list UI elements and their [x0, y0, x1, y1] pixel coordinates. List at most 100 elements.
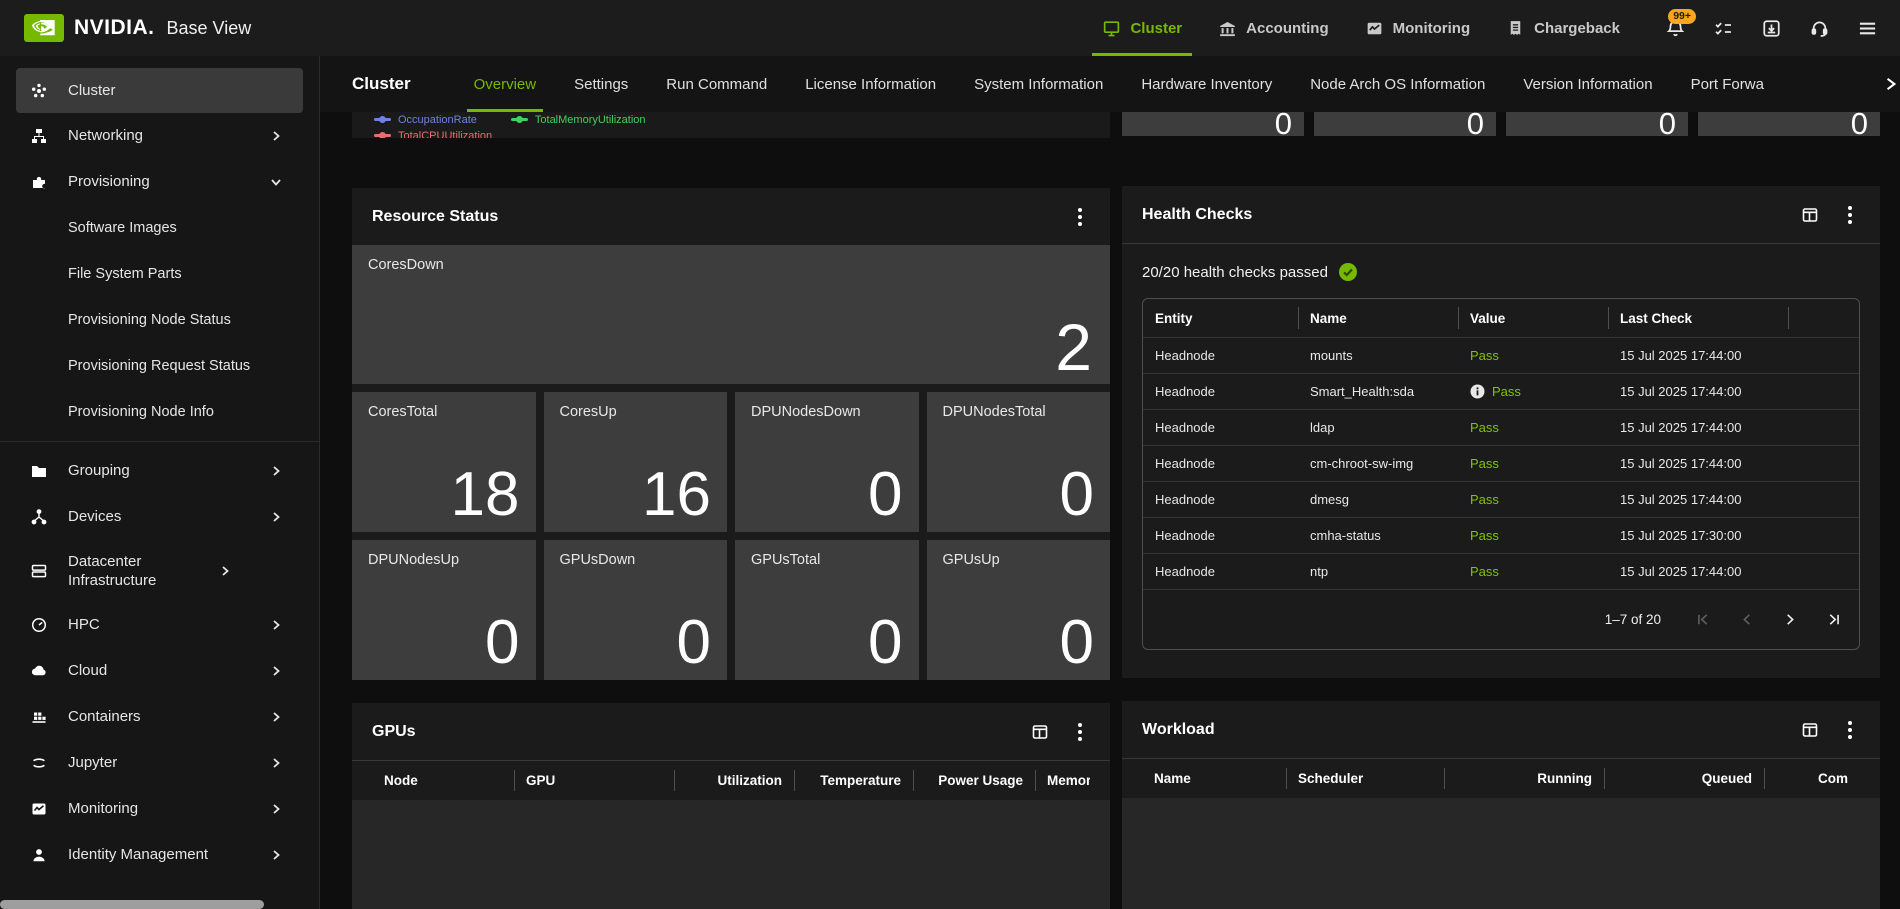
- table-row[interactable]: Headnode dmesg Pass 15 Jul 2025 17:44:00: [1143, 481, 1859, 517]
- sidebar-item-grouping[interactable]: Grouping: [0, 448, 319, 494]
- legend-label: TotalMemoryUtilization: [535, 114, 646, 126]
- download-button[interactable]: [1752, 9, 1790, 47]
- legend-item-totalcpuutilization[interactable]: TotalCPUUtilization: [374, 129, 492, 138]
- column-header-name[interactable]: Name: [1298, 299, 1458, 337]
- sidebar-item-software-images[interactable]: Software Images: [0, 205, 319, 251]
- stat-tile-corestotal: CoresTotal 18: [352, 392, 536, 532]
- first-page-button[interactable]: [1693, 611, 1711, 629]
- table-row[interactable]: Headnode ntp Pass 15 Jul 2025 17:44:00: [1143, 553, 1859, 589]
- stat-tile-coresup: CoresUp 16: [544, 392, 728, 532]
- sidebar-label: Provisioning Node Info: [68, 403, 283, 422]
- legend-item-totalmemoryutilization[interactable]: TotalMemoryUtilization: [511, 113, 646, 126]
- sidebar-horizontal-scrollbar[interactable]: [0, 900, 264, 909]
- column-layout-icon[interactable]: [1030, 722, 1050, 742]
- next-page-button[interactable]: [1781, 611, 1799, 629]
- jupyter-icon: [30, 754, 48, 772]
- kebab-menu-icon[interactable]: [1840, 721, 1860, 739]
- stat-tile: 0: [1314, 112, 1496, 136]
- info-icon[interactable]: [1470, 384, 1485, 399]
- health-summary-text: 20/20 health checks passed: [1142, 264, 1328, 281]
- column-header-name[interactable]: Name: [1142, 759, 1286, 798]
- nav-item-chargeback[interactable]: Chargeback: [1492, 0, 1634, 56]
- topbar: NVIDIA. Base View Cluster Accounting: [0, 0, 1900, 56]
- table-row[interactable]: Headnode cm-chroot-sw-img Pass 15 Jul 20…: [1143, 445, 1859, 481]
- right-column: 0 0 0 0: [1122, 112, 1880, 909]
- column-layout-icon[interactable]: [1800, 205, 1820, 225]
- tab-system-information[interactable]: System Information: [959, 56, 1118, 112]
- sidebar-item-provisioning-request-status[interactable]: Provisioning Request Status: [0, 343, 319, 389]
- column-header-last-check[interactable]: Last Check: [1608, 299, 1788, 337]
- sidebar-item-provisioning[interactable]: Provisioning: [0, 159, 319, 205]
- tab-node-arch-os-information[interactable]: Node Arch OS Information: [1295, 56, 1500, 112]
- column-header-memory[interactable]: Memory: [1035, 761, 1090, 800]
- page-header: Cluster Overview Settings Run Command Li…: [320, 56, 1900, 112]
- sidebar-item-file-system-parts[interactable]: File System Parts: [0, 251, 319, 297]
- nav-item-monitoring[interactable]: Monitoring: [1351, 0, 1484, 56]
- nvidia-logo-icon: [24, 14, 64, 42]
- column-layout-icon[interactable]: [1800, 720, 1820, 740]
- table-row[interactable]: Headnode Smart_Health:sda Pass 15 Jul 20…: [1143, 373, 1859, 409]
- chevron-right-icon: [269, 618, 283, 632]
- last-page-button[interactable]: [1825, 611, 1843, 629]
- legend-item-occupationrate[interactable]: OccupationRate: [374, 113, 477, 126]
- column-header-gpu[interactable]: GPU: [514, 761, 674, 800]
- column-header-queued[interactable]: Queued: [1604, 759, 1764, 798]
- tile-value: 2: [1055, 314, 1092, 380]
- column-header-temperature[interactable]: Temperature: [794, 761, 913, 800]
- column-header-utilization[interactable]: Utilization: [674, 761, 794, 800]
- table-row[interactable]: Headnode cmha-status Pass 15 Jul 2025 17…: [1143, 517, 1859, 553]
- tab-settings[interactable]: Settings: [559, 56, 643, 112]
- notifications-button[interactable]: 99+: [1656, 9, 1694, 47]
- column-header-node[interactable]: Node: [372, 761, 514, 800]
- sidebar-item-provisioning-node-status[interactable]: Provisioning Node Status: [0, 297, 319, 343]
- column-header-power-usage[interactable]: Power Usage: [913, 761, 1035, 800]
- menu-button[interactable]: [1848, 9, 1886, 47]
- sidebar-label: Devices: [68, 507, 269, 527]
- sidebar-label: Cluster: [68, 81, 283, 101]
- monitor-icon: [1102, 19, 1121, 38]
- column-header-completed[interactable]: Com: [1764, 759, 1860, 798]
- sidebar-item-identity-management[interactable]: Identity Management: [0, 832, 319, 878]
- tile-value: 0: [1467, 112, 1484, 136]
- kebab-menu-icon[interactable]: [1070, 723, 1090, 741]
- headset-button[interactable]: [1800, 9, 1838, 47]
- sidebar-label: Monitoring: [68, 799, 269, 819]
- tile-value: 0: [1060, 612, 1094, 674]
- sidebar-label: Provisioning: [68, 172, 269, 192]
- column-header-scheduler[interactable]: Scheduler: [1286, 759, 1444, 798]
- sidebar-item-hpc[interactable]: HPC: [0, 602, 319, 648]
- sidebar-item-cluster[interactable]: Cluster: [16, 68, 303, 113]
- tab-version-information[interactable]: Version Information: [1508, 56, 1667, 112]
- sidebar-item-datacenter-infrastructure[interactable]: Datacenter Infrastructure: [0, 540, 319, 602]
- previous-page-button[interactable]: [1737, 611, 1755, 629]
- table-row[interactable]: Headnode ldap Pass 15 Jul 2025 17:44:00: [1143, 409, 1859, 445]
- table-row[interactable]: Headnode mounts Pass 15 Jul 2025 17:44:0…: [1143, 337, 1859, 373]
- sidebar-item-provisioning-node-info[interactable]: Provisioning Node Info: [0, 389, 319, 435]
- tabs-scroll-right-button[interactable]: [1883, 56, 1900, 112]
- tab-port-forwarding[interactable]: Port Forwa: [1676, 56, 1779, 112]
- stat-tile: 0: [1506, 112, 1688, 136]
- sidebar-item-containers[interactable]: Containers: [0, 694, 319, 740]
- column-header-running[interactable]: Running: [1444, 759, 1604, 798]
- column-header-entity[interactable]: Entity: [1143, 299, 1298, 337]
- sidebar-item-monitoring[interactable]: Monitoring: [0, 786, 319, 832]
- kebab-menu-icon[interactable]: [1840, 206, 1860, 224]
- sidebar-item-networking[interactable]: Networking: [0, 113, 319, 159]
- gpus-table-body: [352, 800, 1110, 909]
- tab-hardware-inventory[interactable]: Hardware Inventory: [1126, 56, 1287, 112]
- kebab-menu-icon[interactable]: [1070, 208, 1090, 226]
- tab-run-command[interactable]: Run Command: [651, 56, 782, 112]
- nav-item-cluster[interactable]: Cluster: [1088, 0, 1196, 56]
- column-header-value[interactable]: Value: [1458, 299, 1608, 337]
- chevron-down-icon: [269, 175, 283, 189]
- tab-license-information[interactable]: License Information: [790, 56, 951, 112]
- sidebar-item-cloud[interactable]: Cloud: [0, 648, 319, 694]
- pagination: 1–7 of 20: [1143, 589, 1859, 649]
- tasks-button[interactable]: [1704, 9, 1742, 47]
- nav-item-accounting[interactable]: Accounting: [1204, 0, 1343, 56]
- tab-overview[interactable]: Overview: [459, 56, 552, 112]
- tile-label: GPUsDown: [560, 552, 636, 568]
- sidebar-item-jupyter[interactable]: Jupyter: [0, 740, 319, 786]
- sidebar-item-devices[interactable]: Devices: [0, 494, 319, 540]
- status-pass: Pass: [1470, 564, 1499, 579]
